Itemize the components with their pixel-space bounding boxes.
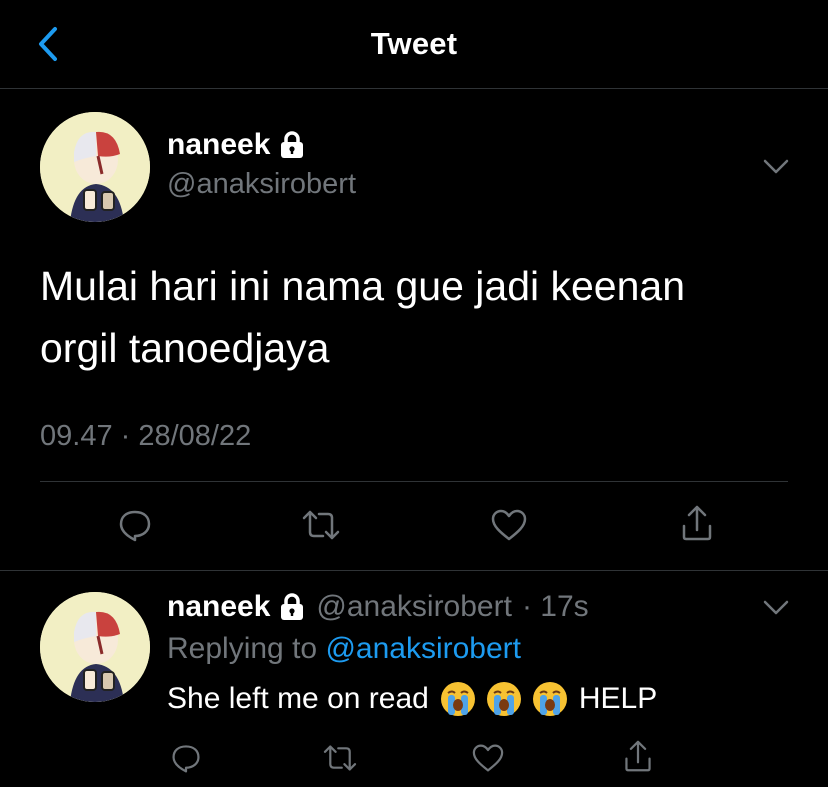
like-icon bbox=[491, 509, 527, 541]
replying-to: Replying to @anaksirobert bbox=[167, 632, 521, 666]
reply-time: · 17s bbox=[521, 590, 589, 623]
loudly-crying-face-icon bbox=[532, 682, 567, 716]
tweet-text: Mulai hari ini nama gue jadi keenan orgi… bbox=[40, 255, 800, 379]
replying-to-link[interactable]: @anaksirobert bbox=[325, 632, 521, 665]
reply-text-body: She left me on read bbox=[167, 682, 429, 715]
avatar[interactable] bbox=[40, 112, 150, 222]
tweet-text-line: orgil tanoedjaya bbox=[40, 325, 330, 371]
reply-retweet-button[interactable] bbox=[318, 736, 362, 780]
reply-display-name: naneek bbox=[167, 590, 271, 623]
loudly-crying-face-icon bbox=[440, 682, 475, 716]
reply-avatar[interactable] bbox=[40, 592, 150, 702]
author-name-row[interactable]: naneek bbox=[167, 128, 306, 162]
display-name: naneek bbox=[167, 128, 271, 161]
like-icon bbox=[472, 744, 504, 772]
handle: @anaksirobert bbox=[167, 168, 357, 200]
share-icon bbox=[625, 740, 651, 772]
reply-author-name-row[interactable]: naneek bbox=[167, 590, 306, 624]
loudly-crying-face-icon bbox=[486, 682, 521, 716]
retweet-button[interactable] bbox=[296, 500, 346, 550]
page-title: Tweet bbox=[370, 26, 458, 61]
like-button[interactable] bbox=[484, 500, 534, 550]
reply-text-suffix: HELP bbox=[578, 682, 658, 715]
comment-icon bbox=[119, 510, 151, 542]
comment-icon bbox=[172, 745, 200, 773]
chevron-down-icon[interactable] bbox=[762, 157, 790, 177]
replying-to-label: Replying to bbox=[167, 632, 318, 665]
tweet-text-line: Mulai hari ini nama gue jadi keenan bbox=[40, 263, 686, 309]
retweet-icon bbox=[323, 745, 357, 771]
lock-icon bbox=[281, 593, 304, 620]
divider bbox=[0, 570, 828, 571]
reply-button[interactable] bbox=[110, 500, 160, 550]
reply-handle: @anaksirobert bbox=[316, 590, 512, 623]
reply-share-button[interactable] bbox=[616, 734, 660, 778]
divider bbox=[40, 481, 788, 482]
share-button[interactable] bbox=[672, 498, 722, 548]
reply-reply-button[interactable] bbox=[164, 736, 208, 780]
tweet-timestamp: 09.47 · 28/08/22 bbox=[40, 420, 252, 452]
retweet-icon bbox=[302, 510, 340, 540]
lock-icon bbox=[281, 131, 304, 158]
chevron-down-icon[interactable] bbox=[762, 598, 790, 618]
top-bar: Tweet bbox=[0, 0, 828, 89]
reply-header: naneek @anaksirobert · 17s bbox=[167, 590, 589, 624]
share-icon bbox=[682, 505, 712, 541]
reply-text: She left me on read HELP bbox=[167, 680, 657, 718]
reply-like-button[interactable] bbox=[466, 736, 510, 780]
